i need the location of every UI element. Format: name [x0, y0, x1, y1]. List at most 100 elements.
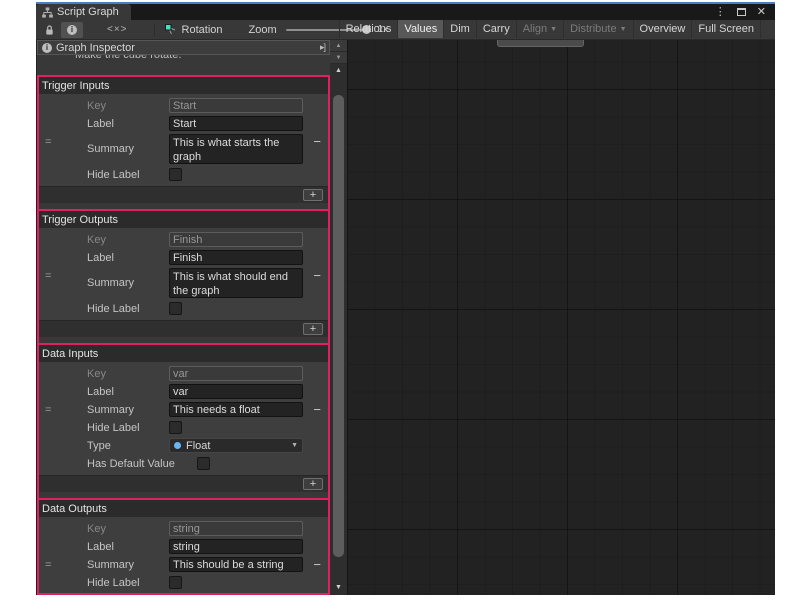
graph-toolbar: i <×> Rotation Zoom 1x Relations Values …	[36, 20, 775, 40]
node-fragment[interactable]	[497, 40, 584, 47]
remove-item-button[interactable]: −	[313, 557, 321, 572]
window-controls: ⋮ ✕	[715, 4, 775, 20]
remove-item-button[interactable]: −	[313, 134, 321, 149]
scrollbar-up-arrow[interactable]: ▲	[330, 64, 347, 78]
hide-label-label: Hide Label	[87, 577, 169, 589]
scrollbar-track[interactable]	[330, 78, 347, 581]
info-icon: i	[67, 25, 77, 35]
align-button: Align▼	[516, 20, 563, 38]
scroll-step-up-button[interactable]: ▲	[330, 40, 347, 52]
label-row: Label	[39, 116, 328, 131]
label-label: Label	[87, 541, 169, 553]
section-trigger-outputs: Trigger Outputs Key Label =	[39, 209, 328, 337]
drag-handle-icon[interactable]: =	[45, 404, 51, 416]
label-row: Label	[39, 384, 328, 399]
values-button[interactable]: Values	[397, 20, 443, 38]
section-body: Key Label = Summary −	[39, 517, 328, 595]
section-title: Trigger Inputs	[42, 80, 109, 92]
dim-button[interactable]: Dim	[443, 20, 476, 38]
remove-item-button[interactable]: −	[313, 268, 321, 283]
values-label: Values	[404, 23, 437, 35]
section-body: Key Label = Summary This is what starts …	[39, 94, 328, 186]
has-default-checkbox[interactable]	[197, 457, 210, 470]
relations-button[interactable]: Relations	[339, 20, 398, 38]
type-dropdown[interactable]: String ▼	[169, 593, 303, 595]
label-input[interactable]	[169, 539, 303, 554]
hide-label-row: Hide Label	[39, 301, 328, 316]
full-screen-label: Full Screen	[698, 23, 754, 35]
summary-row: = Summary −	[39, 402, 328, 417]
rotation-breadcrumb[interactable]: Rotation	[165, 22, 223, 38]
drag-handle-icon[interactable]: =	[45, 559, 51, 571]
summary-row: = Summary This is what starts the graph …	[39, 134, 328, 164]
add-item-button[interactable]: +	[303, 478, 323, 490]
chevron-down-icon: ▼	[550, 26, 557, 33]
summary-label: Summary	[87, 559, 169, 571]
distribute-label: Distribute	[570, 23, 616, 35]
key-row: Key	[39, 98, 328, 113]
hide-label-checkbox[interactable]	[169, 576, 182, 589]
label-row: Label	[39, 250, 328, 265]
summary-input[interactable]: This is what starts the graph	[169, 134, 303, 164]
kebab-menu-icon[interactable]: ⋮	[715, 7, 726, 18]
remove-item-button[interactable]: −	[313, 402, 321, 417]
info-icon: i	[42, 43, 52, 53]
hide-label-label: Hide Label	[87, 303, 169, 315]
graph-canvas[interactable]	[347, 40, 775, 595]
section-header: Trigger Outputs	[39, 211, 328, 228]
graph-node-icon	[165, 24, 177, 36]
ports-selection-outline: Trigger Inputs Key Label =	[37, 75, 330, 595]
scroll-step-down-button[interactable]: ▼	[330, 52, 347, 64]
carry-label: Carry	[483, 23, 510, 35]
label-input[interactable]	[169, 250, 303, 265]
window-content: i Graph Inspector ▸] Make the cube rotat…	[36, 40, 775, 595]
hide-label-label: Hide Label	[87, 422, 169, 434]
add-item-button[interactable]: +	[303, 189, 323, 201]
summary-input[interactable]	[169, 402, 303, 417]
section-trigger-inputs: Trigger Inputs Key Label =	[39, 77, 328, 203]
chevron-down-icon: ▼	[620, 26, 627, 33]
section-header: Trigger Inputs	[39, 77, 328, 94]
summary-input[interactable]	[169, 557, 303, 572]
summary-input[interactable]: This is what should end the graph	[169, 268, 303, 298]
toolbar-divider	[154, 23, 155, 37]
script-graph-icon	[42, 7, 53, 18]
section-footer: +	[39, 186, 328, 203]
label-input[interactable]	[169, 384, 303, 399]
close-icon[interactable]: ✕	[757, 7, 766, 18]
section-title: Data Outputs	[42, 503, 107, 515]
type-label: Type	[87, 595, 169, 596]
key-label: Key	[87, 368, 169, 380]
dim-label: Dim	[450, 23, 470, 35]
overview-button[interactable]: Overview	[633, 20, 692, 38]
drag-handle-icon[interactable]: =	[45, 270, 51, 282]
maximize-icon[interactable]	[737, 8, 746, 16]
label-input[interactable]	[169, 116, 303, 131]
type-dropdown[interactable]: Float ▼	[169, 438, 303, 453]
full-screen-button[interactable]: Full Screen	[691, 20, 761, 38]
carry-button[interactable]: Carry	[476, 20, 516, 38]
label-label: Label	[87, 118, 169, 130]
dock-panel-icon[interactable]: ▸]	[320, 42, 325, 53]
key-row: Key	[39, 521, 328, 536]
summary-label: Summary	[87, 143, 169, 155]
key-label: Key	[87, 234, 169, 246]
tab-script-graph[interactable]: Script Graph	[36, 4, 131, 20]
hide-label-row: Hide Label	[39, 167, 328, 182]
scrolled-summary-text: Make the cube rotate.	[37, 55, 330, 68]
distribute-button: Distribute ▼	[563, 20, 632, 38]
scrollbar-down-arrow[interactable]: ▼	[330, 581, 347, 595]
script-graph-window: Script Graph ⋮ ✕ i <×> Rotation	[36, 2, 775, 595]
hide-label-checkbox[interactable]	[169, 421, 182, 434]
dim-values-button[interactable]: <×>	[107, 22, 128, 38]
type-row: Type Float ▼	[39, 438, 328, 453]
lock-button[interactable]	[41, 22, 57, 38]
add-item-button[interactable]: +	[303, 323, 323, 335]
drag-handle-icon[interactable]: =	[45, 136, 51, 148]
hide-label-checkbox[interactable]	[169, 302, 182, 315]
type-label: Type	[87, 440, 169, 452]
scrollbar-thumb[interactable]	[333, 95, 344, 557]
section-title: Data Inputs	[42, 348, 98, 360]
hide-label-checkbox[interactable]	[169, 168, 182, 181]
inspector-toggle-button[interactable]: i	[61, 22, 83, 38]
